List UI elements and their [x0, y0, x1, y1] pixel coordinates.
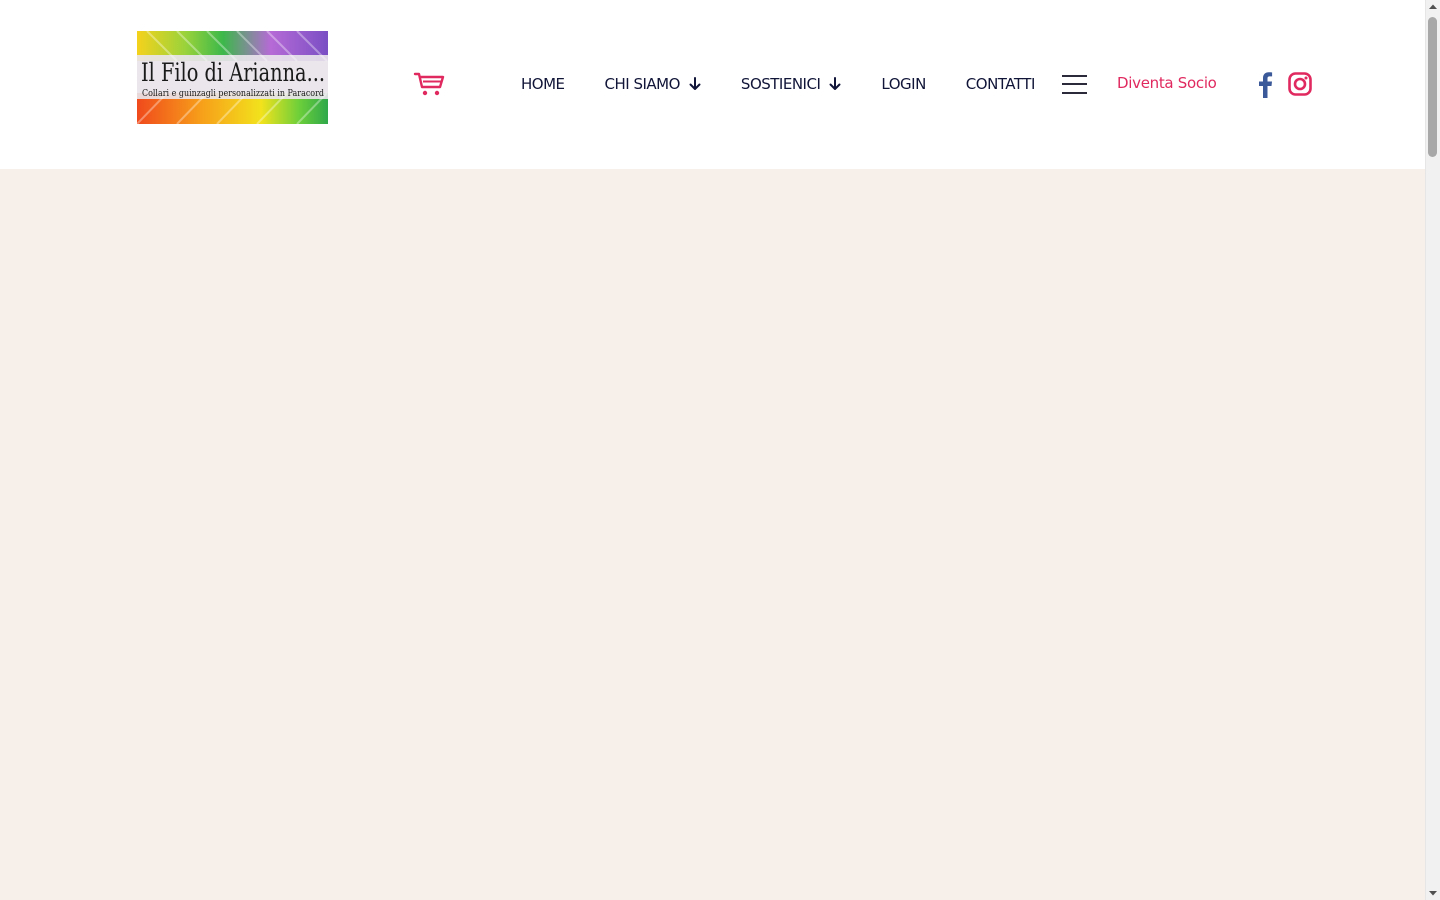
hamburger-line	[1062, 83, 1087, 85]
logo-subtitle: Collari e guinzagli personalizzati in Pa…	[142, 89, 324, 99]
nav-item-sostienici[interactable]: SOSTIENICI	[741, 75, 841, 93]
main-content	[0, 169, 1425, 900]
cart-button[interactable]	[413, 70, 445, 98]
hamburger-menu-icon[interactable]	[1062, 74, 1087, 94]
logo-title: Il Filo di Arianna...	[141, 58, 325, 87]
vertical-scrollbar[interactable]	[1425, 0, 1440, 900]
nav-item-chi-siamo[interactable]: CHI SIAMO	[605, 75, 701, 93]
instagram-link[interactable]	[1288, 72, 1312, 96]
diventa-socio-link[interactable]: Diventa Socio	[1117, 74, 1217, 92]
nav-item-sostienici-label: SOSTIENICI	[740, 75, 821, 93]
scroll-up-arrow-icon[interactable]	[1426, 0, 1440, 14]
facebook-link[interactable]	[1257, 71, 1273, 98]
nav-item-login-label: LOGIN	[881, 75, 926, 93]
scroll-down-arrow-icon[interactable]	[1426, 886, 1440, 900]
nav-item-home[interactable]: HOME	[521, 75, 565, 93]
hamburger-line	[1062, 75, 1087, 77]
instagram-icon	[1288, 72, 1312, 96]
nav-item-contatti-label: CONTATTI	[965, 75, 1036, 93]
site-logo[interactable]: Il Filo di Arianna... Collari e guinzagl…	[137, 31, 328, 124]
arrow-down-icon	[829, 77, 841, 90]
nav-item-home-label: HOME	[521, 75, 565, 93]
site-header: Il Filo di Arianna... Collari e guinzagl…	[0, 0, 1425, 169]
scrollbar-thumb[interactable]	[1428, 17, 1437, 157]
main-navigation: HOME CHI SIAMO SOSTIENICI LOGIN CONTATTI	[521, 72, 1035, 96]
page: Il Filo di Arianna... Collari e guinzagl…	[0, 0, 1440, 900]
nav-item-chi-siamo-label: CHI SIAMO	[604, 75, 681, 93]
hamburger-line	[1062, 92, 1087, 94]
cart-icon	[413, 72, 445, 96]
arrow-down-icon	[689, 77, 701, 90]
viewport: Il Filo di Arianna... Collari e guinzagl…	[0, 0, 1425, 900]
nav-item-login[interactable]: LOGIN	[881, 75, 926, 93]
nav-item-contatti[interactable]: CONTATTI	[965, 75, 1036, 93]
logo-image: Il Filo di Arianna... Collari e guinzagl…	[137, 31, 328, 124]
facebook-icon	[1259, 72, 1273, 98]
